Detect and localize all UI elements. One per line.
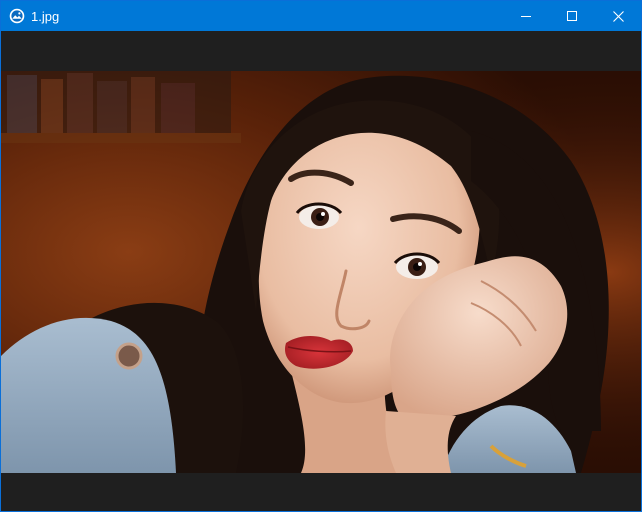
portrait-photo[interactable] bbox=[1, 71, 641, 473]
maximize-button[interactable] bbox=[549, 1, 595, 31]
forearm bbox=[385, 411, 456, 473]
image-viewer-window: 1.jpg bbox=[0, 0, 642, 512]
close-icon bbox=[612, 10, 624, 22]
image-canvas[interactable] bbox=[1, 31, 641, 511]
close-button[interactable] bbox=[595, 1, 641, 31]
minimize-button[interactable] bbox=[503, 1, 549, 31]
jacket-button bbox=[115, 342, 143, 370]
bookshelf bbox=[1, 71, 241, 143]
photo-viewer-icon bbox=[9, 8, 25, 24]
maximize-icon bbox=[567, 11, 577, 21]
window-title: 1.jpg bbox=[31, 9, 60, 24]
title-bar[interactable]: 1.jpg bbox=[1, 1, 641, 31]
minimize-icon bbox=[521, 16, 531, 17]
